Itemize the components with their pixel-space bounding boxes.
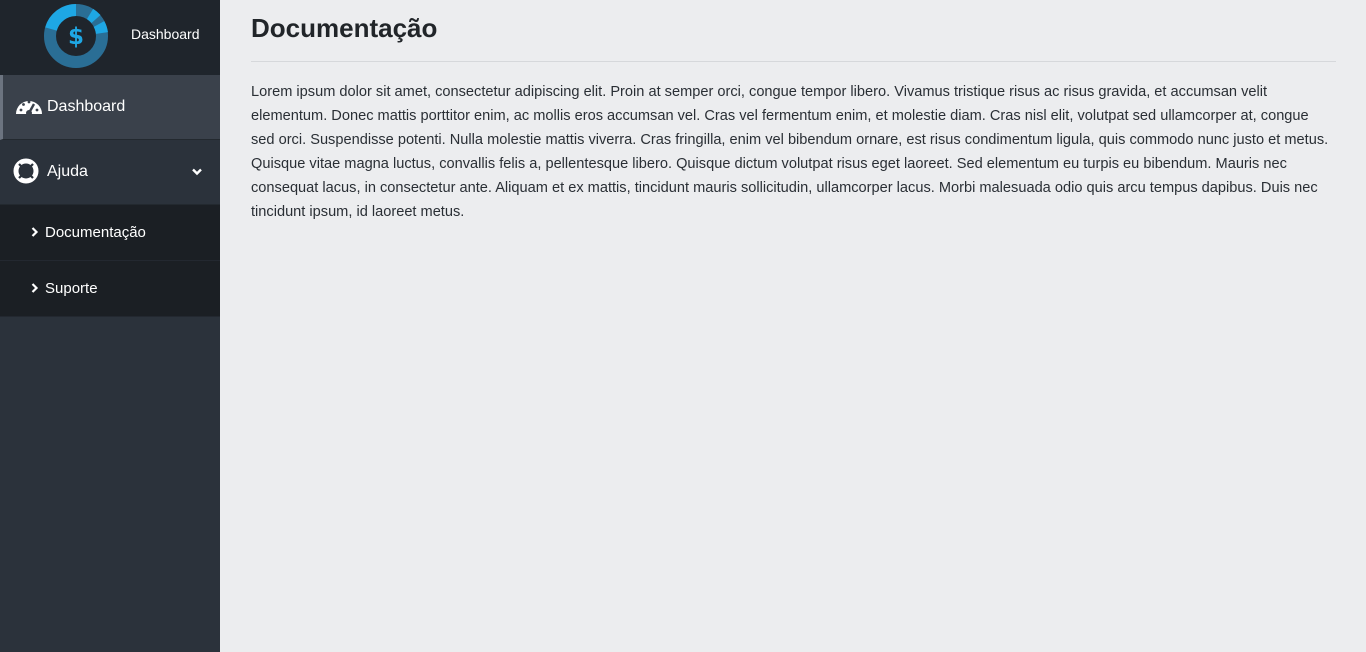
sidebar-item-dashboard[interactable]: Dashboard [0, 75, 220, 140]
sidebar-subitem-label: Suporte [45, 280, 98, 297]
svg-text:$: $ [68, 24, 84, 50]
sidebar-subitem-label: Documentação [45, 224, 146, 241]
title-divider [251, 61, 1336, 62]
sidebar-item-label: Ajuda [47, 163, 88, 180]
sidebar-item-label: Dashboard [47, 98, 126, 115]
tachometer-icon [16, 100, 42, 116]
sidebar-subitem-suporte[interactable]: Suporte [0, 261, 220, 317]
documentation-text: Lorem ipsum dolor sit amet, consectetur … [251, 84, 1329, 220]
sidebar: $ Dashboard Dashboard Ajuda Documentação… [0, 0, 220, 652]
chevron-right-icon [31, 283, 39, 293]
page-title: Documentação [251, 13, 438, 43]
brand[interactable]: $ Dashboard [0, 0, 220, 75]
chevron-down-icon[interactable] [191, 166, 203, 178]
main-content: Documentação Lorem ipsum dolor sit amet,… [220, 0, 1366, 652]
chevron-right-icon [31, 227, 39, 237]
dollar-gauge-icon: $ [44, 4, 108, 68]
sidebar-subitem-documentacao[interactable]: Documentação [0, 205, 220, 261]
submenu-ajuda: Documentação Suporte [0, 205, 220, 317]
brand-label: Dashboard [131, 26, 200, 42]
sidebar-item-ajuda[interactable]: Ajuda [0, 140, 220, 205]
life-ring-icon [13, 158, 39, 184]
